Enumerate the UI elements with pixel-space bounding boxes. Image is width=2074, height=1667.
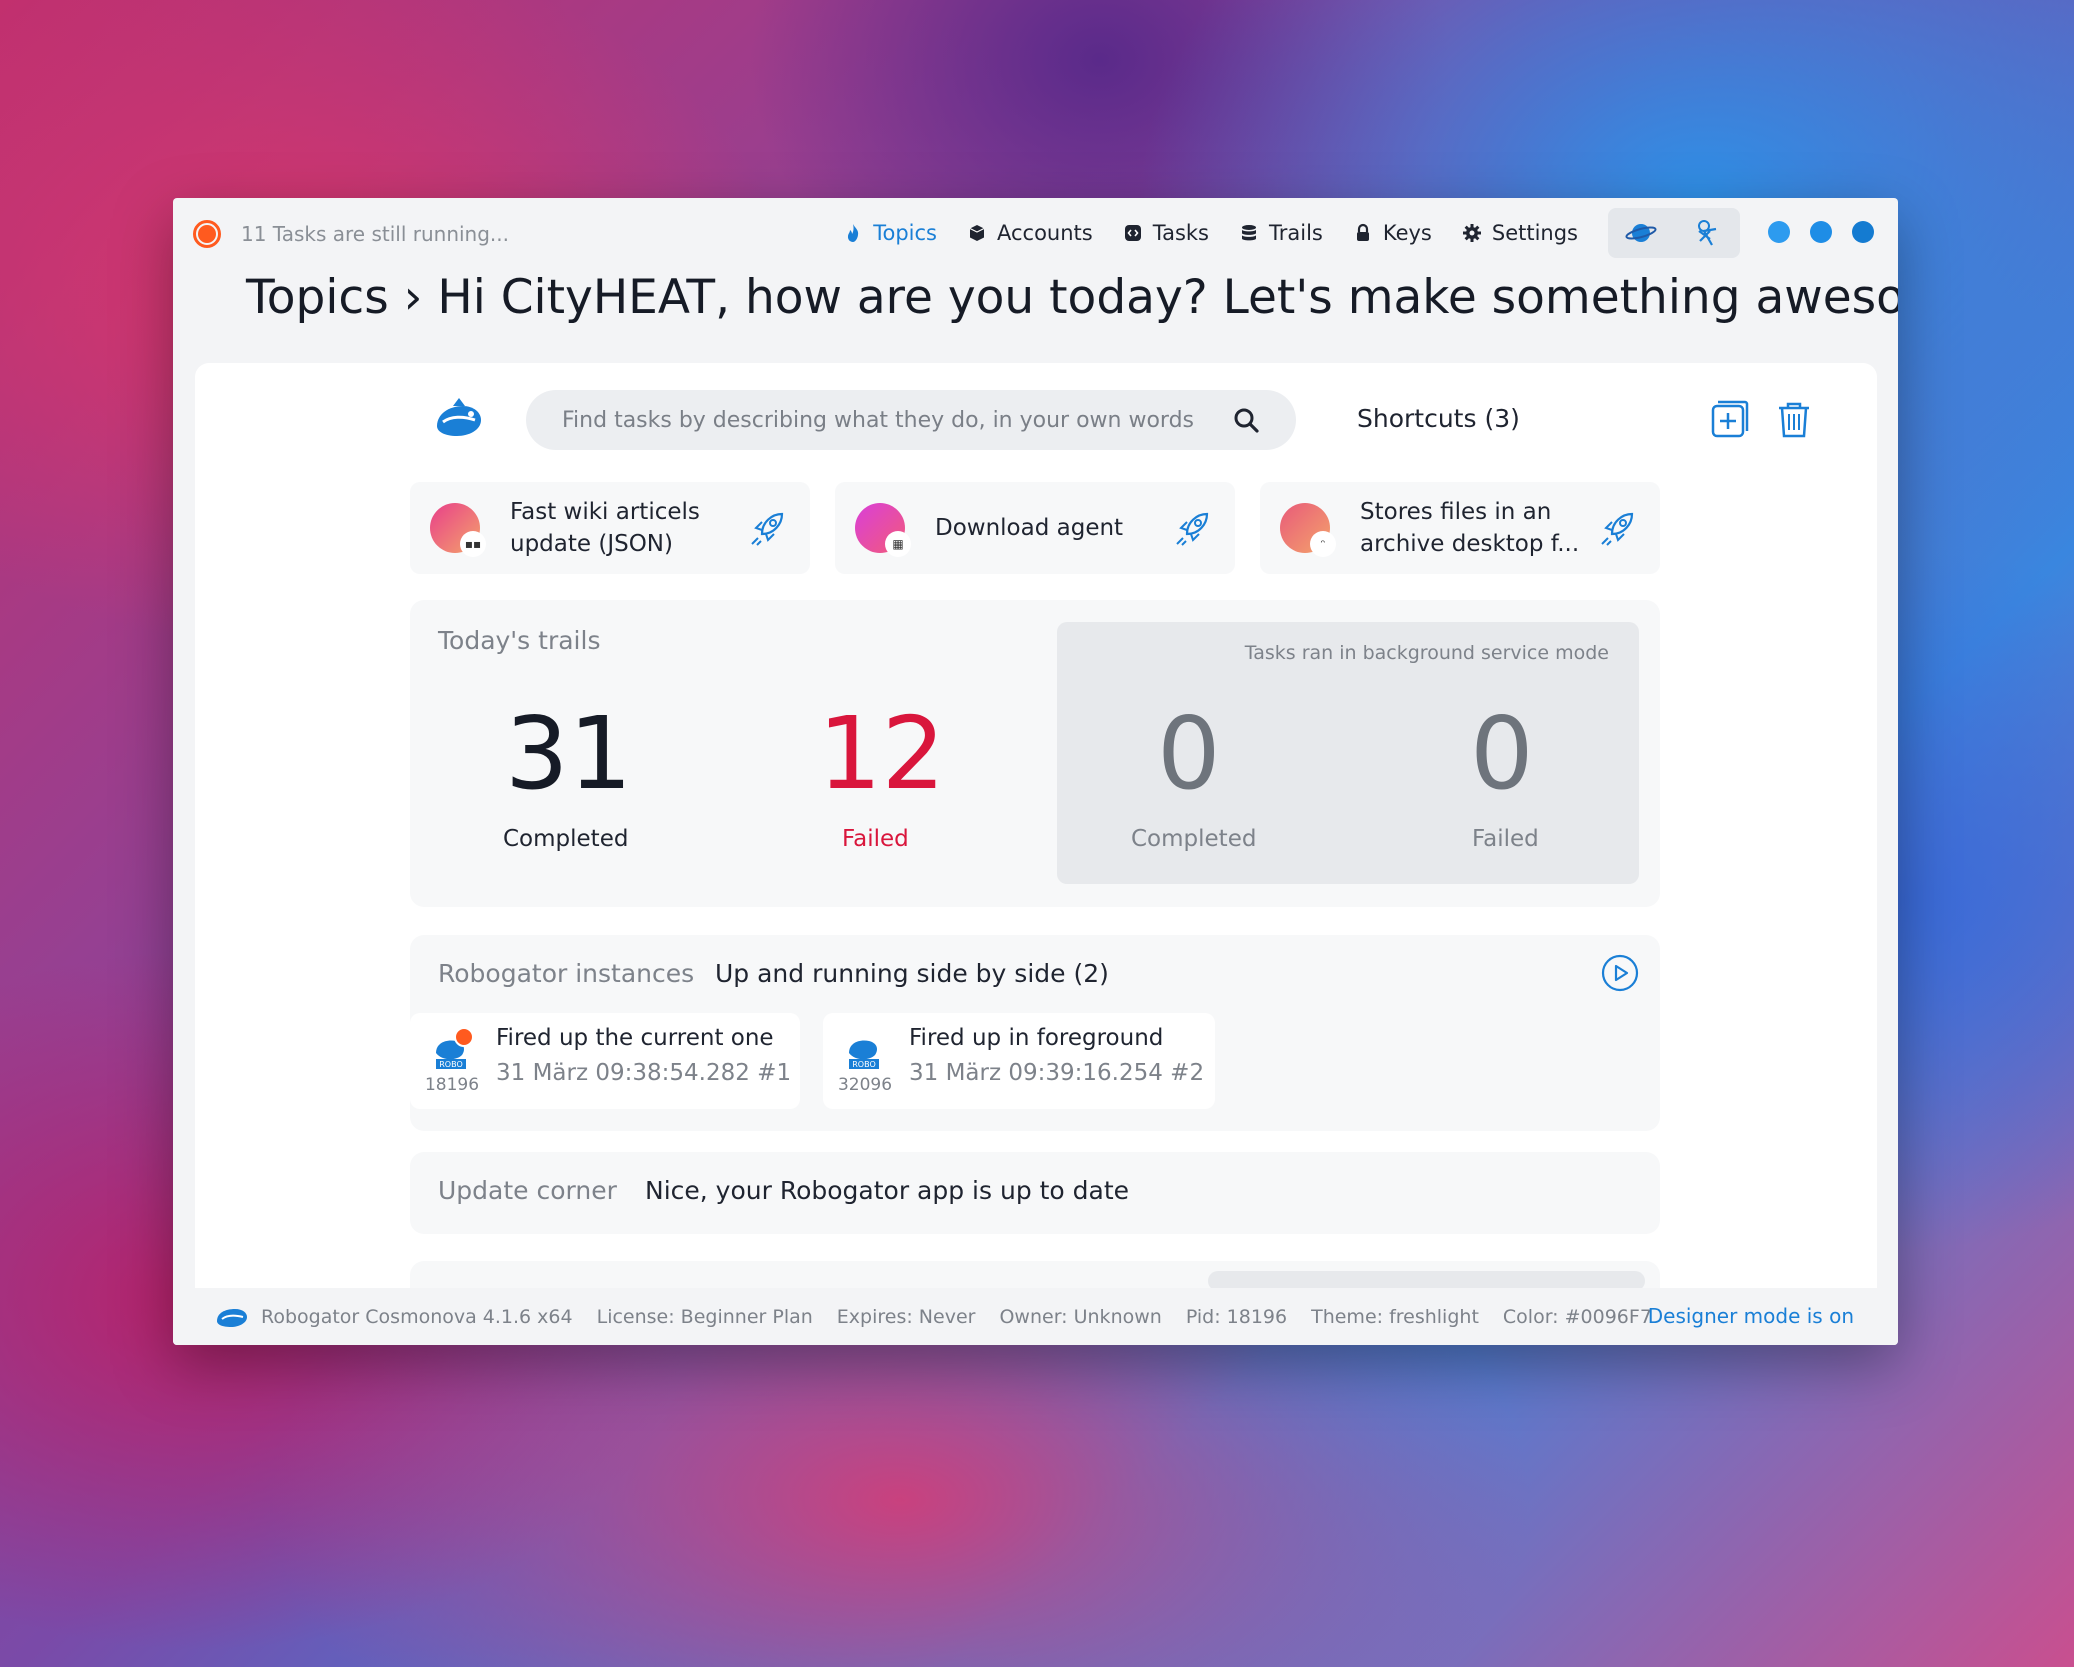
nav-topics-label: Topics — [873, 221, 937, 245]
shortcut-card[interactable]: ᵔ Stores files in an archive desktop f..… — [1260, 482, 1660, 574]
nav-topics[interactable]: Topics — [843, 216, 937, 250]
instance-pid: 32096 — [837, 1075, 893, 1095]
astronaut-icon[interactable] — [1690, 217, 1724, 249]
shortcut-card[interactable]: ▪▪ Fast wiki articels update (JSON) — [410, 482, 810, 574]
completed-label: Completed — [503, 826, 629, 852]
instance-time: 31 März 09:38:54.282 #1 — [496, 1060, 792, 1086]
instance-time: 31 März 09:39:16.254 #2 — [909, 1060, 1205, 1086]
face-icon: ᵔ — [1310, 531, 1336, 557]
failed-count: 12 — [818, 695, 946, 812]
shortcut-label: Download agent — [935, 515, 1124, 541]
minimize-button[interactable] — [1768, 221, 1790, 243]
nav-settings-label: Settings — [1491, 221, 1578, 245]
app-window: 11 Tasks are still running... Topics Acc… — [173, 198, 1898, 1345]
update-status-text: Nice, your Robogator app is up to date — [645, 1176, 1130, 1205]
shortcut-label: Stores files in an archive desktop f... — [1360, 499, 1580, 557]
todays-trails-panel: Today's trails 31 Completed 12 Failed Ta… — [410, 600, 1660, 907]
svg-text:ROBO: ROBO — [852, 1060, 876, 1069]
instances-panel: Robogator instances Up and running side … — [410, 935, 1660, 1131]
nav-accounts-label: Accounts — [996, 221, 1093, 245]
completed-count: 31 — [505, 695, 633, 812]
instance-pid: 18196 — [424, 1075, 480, 1095]
play-icon[interactable] — [1600, 953, 1640, 993]
running-status-text: 11 Tasks are still running... — [241, 222, 509, 246]
footer-pid: Pid: 18196 — [1185, 1306, 1288, 1328]
footer-color: Color: #0096F7 — [1502, 1306, 1652, 1328]
trash-icon[interactable] — [1773, 398, 1815, 440]
status-footer: Robogator Cosmonova 4.1.6 x64 License: B… — [173, 1289, 1898, 1345]
search-icon[interactable] — [1232, 406, 1260, 434]
titlebar: 11 Tasks are still running... Topics Acc… — [173, 198, 1898, 268]
planet-icon[interactable] — [1624, 218, 1658, 248]
instance-name: Fired up in foreground — [909, 1025, 1164, 1051]
rocket-icon[interactable] — [748, 508, 788, 548]
nav-trails-label: Trails — [1268, 221, 1323, 245]
background-mode-title: Tasks ran in background service mode — [1244, 642, 1609, 664]
svg-text:ROBO: ROBO — [439, 1060, 463, 1069]
shortcut-avatar: ▪▪ — [430, 503, 486, 557]
shortcuts-label: Shortcuts (3) — [1357, 404, 1520, 433]
trails-title: Today's trails — [438, 626, 601, 655]
running-status-icon — [193, 220, 221, 248]
update-corner-panel: Update corner Nice, your Robogator app i… — [410, 1152, 1660, 1234]
instances-title: Robogator instances — [438, 959, 695, 988]
shortcut-avatar: ᵔ — [1280, 503, 1336, 557]
main-content: Shortcuts (3) ▪▪ Fast wiki articels upda… — [195, 363, 1877, 1288]
rocket-icon[interactable] — [1598, 508, 1638, 548]
maximize-button[interactable] — [1810, 221, 1832, 243]
shortcut-card[interactable]: ▦ Download agent — [835, 482, 1235, 574]
shortcut-label: Fast wiki articels update (JSON) — [510, 499, 700, 557]
shortcut-avatar: ▦ — [855, 503, 911, 557]
nav-accounts[interactable]: Accounts — [967, 216, 1093, 250]
nav-tasks-label: Tasks — [1152, 221, 1209, 245]
flame-icon — [848, 224, 859, 242]
footer-expires: Expires: Never — [836, 1306, 976, 1328]
robogator-logo-icon — [217, 1309, 247, 1327]
nav-settings[interactable]: Settings — [1462, 216, 1578, 250]
page-title: Topics › Hi CityHEAT, how are you today?… — [246, 270, 1898, 325]
close-button[interactable] — [1852, 221, 1874, 243]
nav-keys[interactable]: Keys — [1353, 216, 1432, 250]
next-panel-peek — [410, 1261, 1660, 1288]
footer-license: License: Beginner Plan — [596, 1306, 813, 1328]
nav-keys-label: Keys — [1382, 221, 1432, 245]
footer-owner: Owner: Unknown — [999, 1306, 1162, 1328]
instance-name: Fired up the current one — [496, 1025, 774, 1051]
nav-trails[interactable]: Trails — [1239, 216, 1323, 250]
grid-icon: ▦ — [885, 531, 911, 557]
failed-label: Failed — [842, 826, 909, 852]
mode-toggle[interactable] — [1608, 208, 1740, 258]
footer-theme: Theme: freshlight — [1311, 1306, 1479, 1328]
bg-failed-count: 0 — [1470, 695, 1534, 812]
robo-instance-icon: ROBO — [436, 1027, 472, 1069]
task-search-bar[interactable] — [526, 390, 1296, 450]
footer-version: Robogator Cosmonova 4.1.6 x64 — [261, 1306, 573, 1328]
task-search-input[interactable] — [562, 407, 1232, 433]
lock-icon — [1356, 223, 1369, 241]
rocket-icon[interactable] — [1173, 508, 1213, 548]
update-corner-title: Update corner — [438, 1176, 617, 1205]
bg-completed-count: 0 — [1157, 695, 1221, 812]
database-icon — [1241, 225, 1256, 241]
instance-card[interactable]: ROBO 32096 Fired up in foreground 31 Mär… — [823, 1013, 1215, 1109]
bg-failed-label: Failed — [1472, 826, 1539, 852]
top-nav: Topics Accounts Tasks Trails Keys Settin… — [843, 216, 1578, 250]
bg-completed-label: Completed — [1131, 826, 1257, 852]
robogator-logo-icon — [437, 398, 481, 436]
add-shortcut-icon[interactable] — [1709, 398, 1751, 440]
robot-icon: ▪▪ — [460, 531, 486, 557]
robo-instance-icon: ROBO — [849, 1040, 879, 1069]
instances-subtitle: Up and running side by side (2) — [715, 959, 1109, 988]
instance-card[interactable]: ROBO 18196 Fired up the current one 31 M… — [410, 1013, 800, 1109]
designer-mode-link[interactable]: Designer mode is on — [1648, 1304, 1854, 1328]
nav-tasks[interactable]: Tasks — [1123, 216, 1209, 250]
code-icon — [1124, 225, 1141, 241]
gear-icon — [1462, 224, 1481, 242]
background-mode-panel: Tasks ran in background service mode 0 C… — [1057, 622, 1639, 884]
cube-icon — [969, 225, 985, 241]
